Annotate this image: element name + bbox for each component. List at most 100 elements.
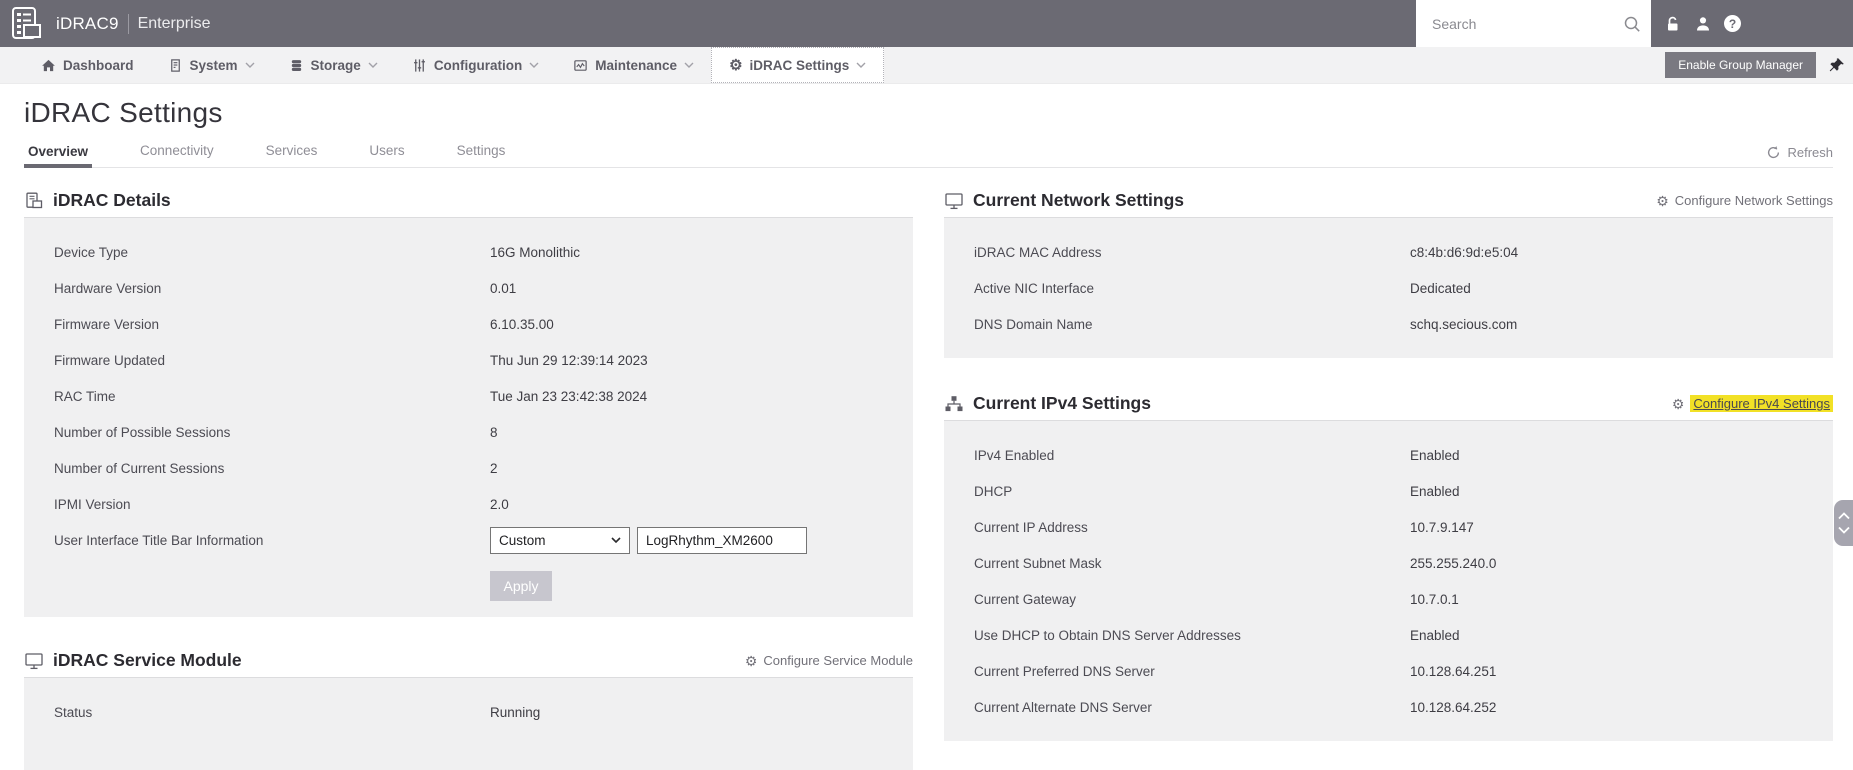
row-value: c8:4b:d6:9d:e5:04 — [1410, 244, 1519, 260]
row-value: 0.01 — [490, 280, 517, 296]
chevron-down-icon[interactable] — [1837, 526, 1850, 534]
row-label: iDRAC MAC Address — [974, 244, 1102, 260]
row-value: 10.7.9.147 — [1410, 519, 1474, 535]
row-value: Thu Jun 29 12:39:14 2023 — [490, 352, 648, 368]
chevron-down-icon — [245, 62, 255, 68]
row-label: Firmware Version — [54, 316, 160, 332]
tab-overview[interactable]: Overview — [24, 144, 93, 168]
nav-item-idrac-settings[interactable]: ⚙ iDRAC Settings — [711, 47, 885, 83]
detail-row: Number of Possible Sessions 8 — [54, 414, 893, 450]
chevron-down-icon — [611, 537, 621, 543]
detail-row: Number of Current Sessions 2 — [54, 450, 893, 486]
home-icon — [41, 58, 56, 73]
row-value: Tue Jan 23 23:42:38 2024 — [490, 388, 648, 404]
row-label: Number of Possible Sessions — [54, 424, 231, 440]
maintenance-icon — [573, 58, 588, 73]
row-label: DNS Domain Name — [974, 316, 1093, 332]
nav-item-storage[interactable]: Storage — [272, 47, 395, 83]
detail-row: RAC Time Tue Jan 23 23:42:38 2024 — [54, 378, 893, 414]
detail-row: Firmware Version 6.10.35.00 — [54, 306, 893, 342]
section-title: Current IPv4 Settings — [973, 393, 1151, 413]
nav-label: Configuration — [433, 57, 523, 73]
server-logo-icon — [12, 6, 41, 39]
nav-item-dashboard[interactable]: Dashboard — [24, 47, 151, 83]
nav-label: Dashboard — [63, 57, 134, 73]
tab-users[interactable]: Users — [365, 143, 408, 167]
select-value: Custom — [499, 532, 546, 548]
help-icon[interactable]: ? — [1724, 15, 1741, 32]
row-label: Current Alternate DNS Server — [974, 699, 1152, 715]
row-value: 6.10.35.00 — [490, 316, 554, 332]
network-settings-header: Current Network Settings ⚙ Configure Net… — [944, 184, 1833, 218]
ipv4-settings-body: IPv4 Enabled Enabled DHCP Enabled Current … — [944, 421, 1833, 741]
section-title: Current Network Settings — [973, 190, 1184, 210]
nav-label: Maintenance — [595, 57, 678, 73]
idrac-logo — [7, 5, 45, 43]
lock-open-icon[interactable] — [1664, 15, 1682, 33]
chevron-down-icon — [856, 62, 866, 68]
gear-icon: ⚙ — [744, 652, 758, 669]
configure-ipv4-settings-link[interactable]: ⚙ Configure IPv4 Settings — [1672, 395, 1833, 412]
brand-name: iDRAC9 — [56, 13, 119, 33]
enable-group-manager-button[interactable]: Enable Group Manager — [1665, 52, 1816, 78]
chevron-down-icon — [684, 62, 694, 68]
row-label: Hardware Version — [54, 280, 162, 296]
action-label-highlighted[interactable]: Configure IPv4 Settings — [1690, 395, 1833, 412]
row-label: IPv4 Enabled — [974, 447, 1055, 463]
chevron-up-icon[interactable] — [1837, 512, 1850, 520]
nav-item-maintenance[interactable]: Maintenance — [556, 47, 711, 83]
row-label: Device Type — [54, 244, 129, 260]
configure-network-settings-link[interactable]: ⚙ Configure Network Settings — [1656, 193, 1833, 208]
detail-row: Use DHCP to Obtain DNS Server Addresses E… — [974, 617, 1813, 653]
tab-settings[interactable]: Settings — [453, 143, 510, 167]
row-label: Current Preferred DNS Server — [974, 663, 1155, 679]
row-value: Enabled — [1410, 627, 1460, 643]
section-title: iDRAC Details — [53, 190, 171, 210]
scroll-control[interactable] — [1834, 500, 1853, 546]
network-settings-body: iDRAC MAC Address c8:4b:d6:9d:e5:04 Activ… — [944, 218, 1833, 358]
detail-row: DNS Domain Name schq.secious.com — [974, 306, 1813, 342]
nav-item-configuration[interactable]: Configuration — [395, 47, 556, 83]
row-label: Active NIC Interface — [974, 280, 1095, 296]
page-title: iDRAC Settings — [24, 97, 223, 128]
search-input[interactable] — [1430, 14, 1623, 33]
row-value: 10.7.0.1 — [1410, 591, 1459, 607]
apply-button[interactable]: Apply — [490, 571, 552, 601]
nav-label: System — [189, 57, 238, 73]
title-bar-text-input[interactable] — [637, 526, 807, 554]
row-value: 255.255.240.0 — [1410, 555, 1497, 571]
detail-row: IPv4 Enabled Enabled — [974, 437, 1813, 473]
row-value: Dedicated — [1410, 280, 1471, 296]
action-label: Configure Service Module — [763, 653, 913, 668]
user-icon[interactable] — [1694, 15, 1712, 33]
brand-edition: Enterprise — [137, 14, 211, 32]
detail-row: Current Preferred DNS Server 10.128.64.25… — [974, 653, 1813, 689]
storage-icon — [289, 58, 304, 73]
tab-services[interactable]: Services — [262, 143, 322, 167]
refresh-button[interactable]: Refresh — [1766, 145, 1833, 160]
tab-bar: Overview Connectivity Services Users Set… — [24, 138, 1833, 168]
detail-row: Current Subnet Mask 255.255.240.0 — [974, 545, 1813, 581]
section-title: iDRAC Service Module — [53, 650, 242, 670]
tab-connectivity[interactable]: Connectivity — [136, 143, 218, 167]
configure-service-module-link[interactable]: ⚙ Configure Service Module — [745, 653, 913, 668]
title-bar-mode-select[interactable]: Custom — [490, 526, 630, 554]
search-icon[interactable] — [1623, 15, 1641, 33]
gear-icon: ⚙ — [1671, 395, 1685, 412]
search-box[interactable] — [1416, 0, 1651, 47]
right-column: Current Network Settings ⚙ Configure Net… — [944, 184, 1833, 770]
row-value: Running — [490, 704, 541, 720]
row-label: IPMI Version — [54, 496, 131, 512]
detail-row: Current IP Address 10.7.9.147 — [974, 509, 1813, 545]
pin-icon[interactable] — [1828, 57, 1845, 74]
left-column: iDRAC Details Device Type 16G Monolithic … — [24, 184, 913, 770]
row-label: Use DHCP to Obtain DNS Server Addresses — [974, 627, 1241, 643]
detail-row: Device Type 16G Monolithic — [54, 234, 893, 270]
main-nav: Dashboard System Storage Configuration M… — [0, 47, 1853, 84]
monitor-icon — [24, 652, 44, 670]
nav-item-system[interactable]: System — [151, 47, 272, 83]
brand-divider — [127, 13, 129, 34]
gear-icon: ⚙ — [1656, 192, 1669, 209]
row-value: 8 — [490, 424, 498, 440]
row-value: 2 — [490, 460, 498, 476]
